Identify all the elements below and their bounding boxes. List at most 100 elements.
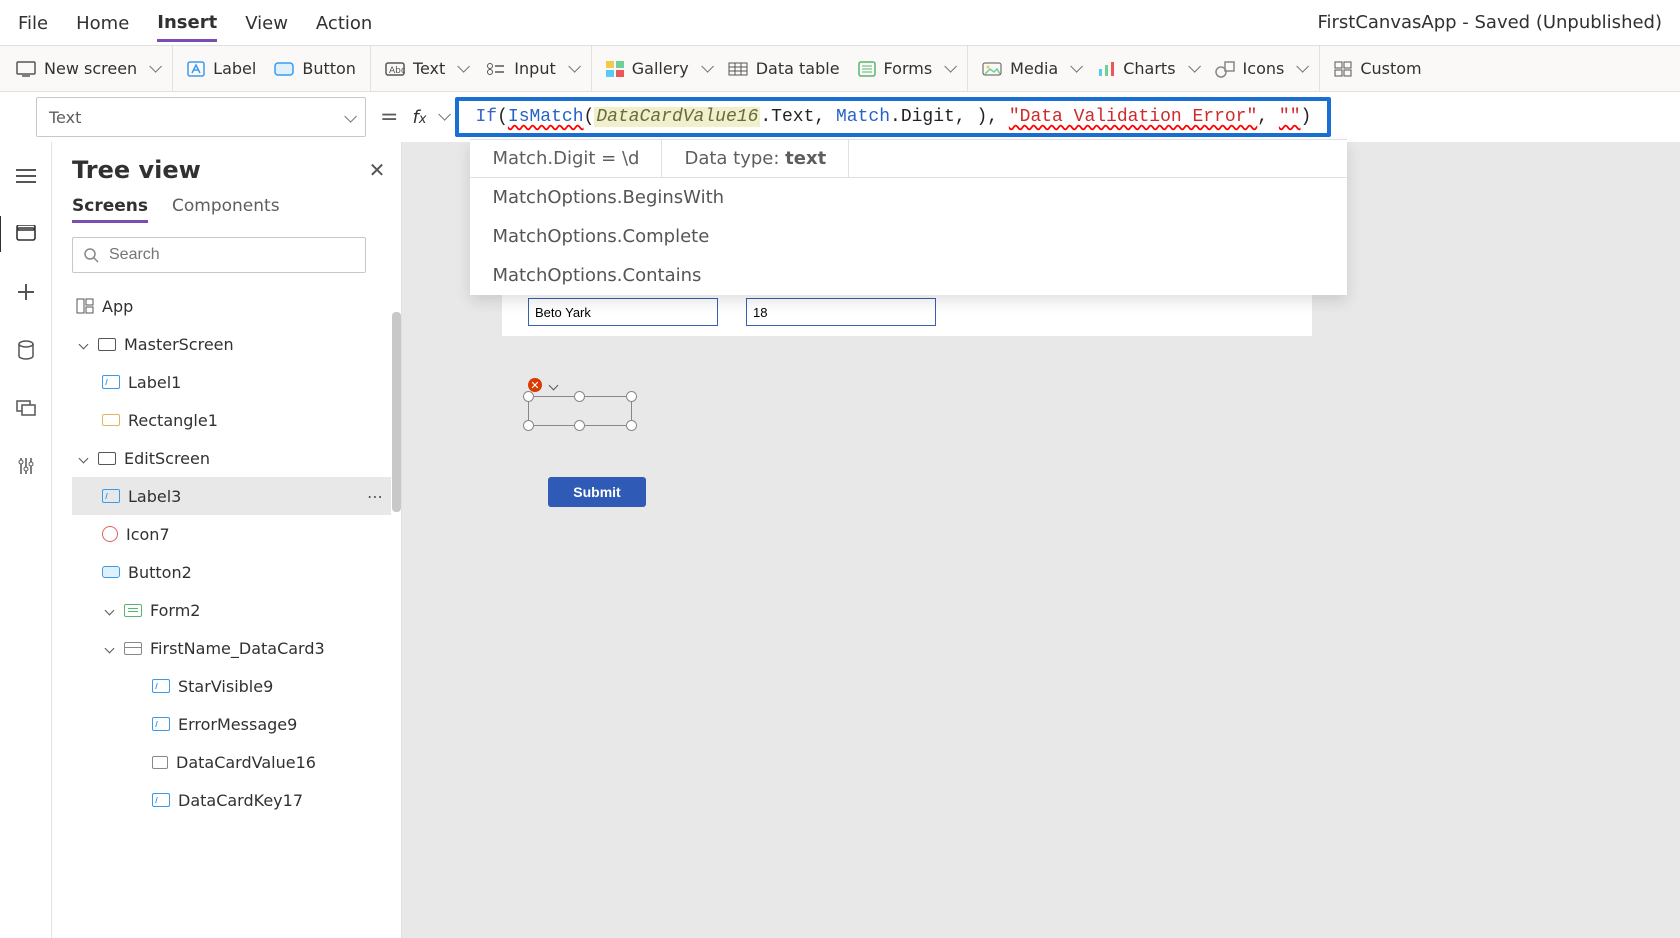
chevron-down-icon[interactable] <box>102 603 116 617</box>
agent-input[interactable] <box>528 298 718 326</box>
search-icon <box>83 247 99 263</box>
chevron-down-icon[interactable] <box>546 378 560 392</box>
button-icon <box>102 566 120 578</box>
label-icon <box>187 61 205 77</box>
custom-icon <box>1334 61 1352 77</box>
insert-input-label: Input <box>514 59 555 78</box>
intellisense-option[interactable]: MatchOptions.Complete <box>470 217 1347 256</box>
node-button2[interactable]: Button2 <box>72 553 391 591</box>
property-name: Text <box>49 108 81 127</box>
node-datacardvalue[interactable]: DataCardValue16 <box>72 743 391 781</box>
datatable-icon <box>728 62 748 76</box>
input-icon <box>484 62 506 76</box>
intellisense-option[interactable]: MatchOptions.Contains <box>470 256 1347 295</box>
advanced-tools-icon[interactable] <box>12 452 40 480</box>
node-label: Button2 <box>128 563 192 582</box>
screen-icon <box>98 452 116 465</box>
left-rail <box>0 142 52 938</box>
insert-gallery-label: Gallery <box>632 59 689 78</box>
tree-search[interactable] <box>72 237 366 273</box>
datacard-icon <box>124 642 142 655</box>
insert-label-text: Label <box>213 59 256 78</box>
media-panel-icon[interactable] <box>12 394 40 422</box>
node-label: MasterScreen <box>124 335 234 354</box>
label-icon <box>102 375 120 389</box>
insert-forms-label: Forms <box>884 59 933 78</box>
tree-view-icon[interactable] <box>12 220 40 248</box>
app-menubar: File Home Insert View Action FirstCanvas… <box>0 0 1680 46</box>
menu-home[interactable]: Home <box>76 5 129 40</box>
hamburger-icon[interactable] <box>12 162 40 190</box>
data-icon[interactable] <box>12 336 40 364</box>
tab-screens[interactable]: Screens <box>72 196 148 223</box>
tree-scrollbar[interactable] <box>392 312 401 938</box>
chevron-down-icon <box>340 108 353 127</box>
chevron-down-icon[interactable] <box>76 337 90 351</box>
chevron-down-icon[interactable] <box>434 109 447 125</box>
tree-view-panel: Tree view ✕ Screens Components App Maste… <box>52 142 402 938</box>
node-icon7[interactable]: Icon7 <box>72 515 391 553</box>
intellisense-option[interactable]: MatchOptions.BeginsWith <box>470 178 1347 217</box>
overflow-icon[interactable]: ⋯ <box>367 487 385 506</box>
label-icon <box>102 489 120 503</box>
insert-text-dropdown[interactable]: Abc Text <box>385 59 466 78</box>
insert-charts-dropdown[interactable]: Charts <box>1097 59 1196 78</box>
formula-input[interactable]: If(IsMatch(DataCardValue16.Text, Match.D… <box>455 97 1331 137</box>
svg-text:Abc: Abc <box>389 66 405 76</box>
node-label: StarVisible9 <box>178 677 273 696</box>
node-editscreen[interactable]: EditScreen <box>72 439 391 477</box>
insert-input-dropdown[interactable]: Input <box>484 59 576 78</box>
equals-sign: = <box>380 105 398 130</box>
insert-custom-label: Custom <box>1360 59 1421 78</box>
submit-button[interactable]: Submit <box>548 477 646 507</box>
label-icon <box>152 679 170 693</box>
chevron-down-icon[interactable] <box>102 641 116 655</box>
new-screen-button[interactable]: New screen <box>16 59 158 78</box>
node-form2[interactable]: Form2 <box>72 591 391 629</box>
node-errormessage[interactable]: ErrorMessage9 <box>72 705 391 743</box>
selection-handles[interactable] <box>528 396 632 426</box>
datatype-hint: Data type: text <box>662 140 849 177</box>
node-label: Label3 <box>128 487 181 506</box>
customer-input[interactable] <box>746 298 936 326</box>
selected-control[interactable]: ✕ <box>528 378 632 426</box>
node-rectangle1[interactable]: Rectangle1 <box>72 401 391 439</box>
insert-icons-dropdown[interactable]: Icons <box>1215 59 1306 78</box>
insert-forms-dropdown[interactable]: Forms <box>858 59 954 78</box>
menu-insert[interactable]: Insert <box>157 4 217 42</box>
formula-bar[interactable]: fx If(IsMatch(DataCardValue16.Text, Matc… <box>412 97 1331 137</box>
label-icon <box>152 717 170 731</box>
add-icon[interactable] <box>12 278 40 306</box>
media-icon <box>982 62 1002 76</box>
insert-button-button[interactable]: Button <box>274 59 356 78</box>
node-label3[interactable]: Label3 ⋯ <box>72 477 391 515</box>
forms-icon <box>858 61 876 77</box>
menu-action[interactable]: Action <box>316 5 372 40</box>
node-datacardkey[interactable]: DataCardKey17 <box>72 781 391 819</box>
property-selector[interactable]: Text <box>36 97 366 137</box>
intellisense-popup: Match.Digit = \d Data type: text MatchOp… <box>470 139 1347 295</box>
insert-datatable-button[interactable]: Data table <box>728 59 840 78</box>
button-icon <box>274 62 294 76</box>
tab-components[interactable]: Components <box>172 196 280 223</box>
node-starvisible[interactable]: StarVisible9 <box>72 667 391 705</box>
node-app[interactable]: App <box>72 287 391 325</box>
node-label: Icon7 <box>126 525 170 544</box>
menu-file[interactable]: File <box>18 5 48 40</box>
chevron-down-icon[interactable] <box>76 451 90 465</box>
insert-gallery-dropdown[interactable]: Gallery <box>606 59 710 78</box>
insert-text-label: Text <box>413 59 445 78</box>
search-input[interactable] <box>107 245 355 265</box>
close-icon[interactable]: ✕ <box>363 158 391 182</box>
label-icon <box>152 793 170 807</box>
node-firstname-card[interactable]: FirstName_DataCard3 <box>72 629 391 667</box>
icon-icon <box>102 526 118 542</box>
insert-media-dropdown[interactable]: Media <box>982 59 1079 78</box>
insert-label-button[interactable]: Label <box>187 59 256 78</box>
insert-custom-dropdown[interactable]: Custom <box>1334 59 1421 78</box>
form-icon <box>124 604 142 617</box>
node-label1[interactable]: Label1 <box>72 363 391 401</box>
icons-icon <box>1215 60 1235 78</box>
menu-view[interactable]: View <box>245 5 288 40</box>
node-masterscreen[interactable]: MasterScreen <box>72 325 391 363</box>
